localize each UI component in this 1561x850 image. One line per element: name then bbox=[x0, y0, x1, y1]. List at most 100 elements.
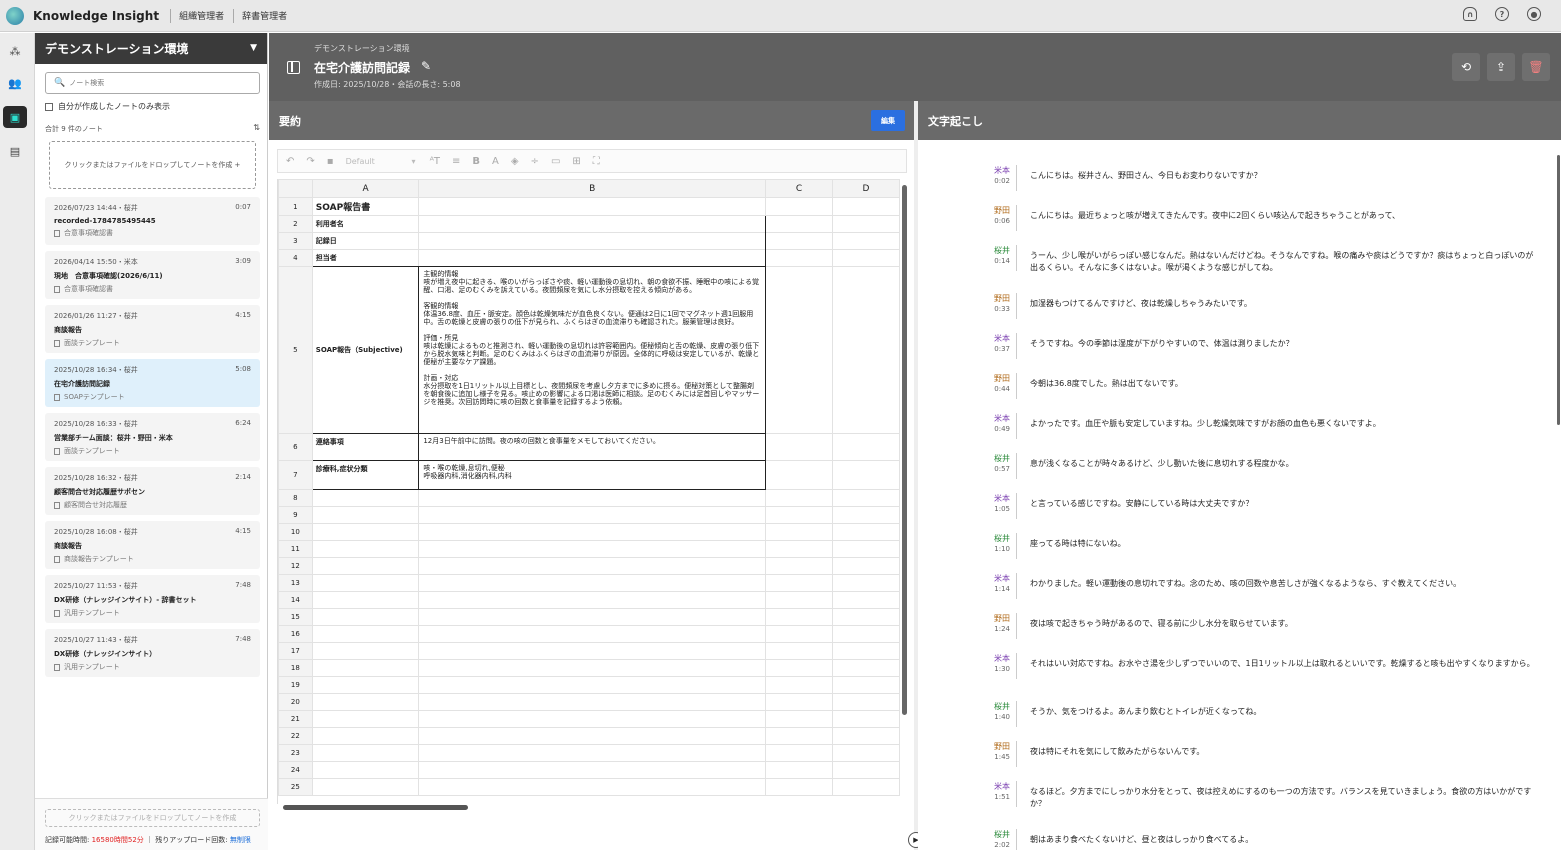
timestamp[interactable]: 1:14 bbox=[970, 585, 1010, 593]
speaker-name[interactable]: 米本 bbox=[970, 165, 1010, 176]
sheet-cell[interactable] bbox=[418, 608, 766, 626]
label-soap[interactable]: SOAP報告（Subjective) bbox=[311, 266, 420, 434]
row-header[interactable]: 11 bbox=[278, 540, 313, 558]
sheet-cell[interactable] bbox=[765, 506, 833, 524]
speaker-name[interactable]: 桜井 bbox=[970, 245, 1010, 256]
dictionary-icon[interactable]: ▤ bbox=[3, 140, 27, 162]
footer-dropzone[interactable]: クリックまたはファイルをドロップしてノートを作成 bbox=[45, 809, 260, 827]
sheet-cell[interactable] bbox=[831, 591, 900, 609]
sheet-cell[interactable] bbox=[831, 433, 900, 461]
sheet-cell[interactable] bbox=[831, 215, 900, 233]
sheet-cell[interactable] bbox=[311, 506, 420, 524]
label-contact[interactable]: 連絡事項 bbox=[311, 433, 420, 461]
label-date[interactable]: 記録日 bbox=[311, 232, 420, 250]
timestamp[interactable]: 0:57 bbox=[970, 465, 1010, 473]
note-item[interactable]: 2026/04/14 15:50・米本 3:09 現地 合意事項確認(2026/… bbox=[45, 251, 260, 299]
org-admin-link[interactable]: 組織管理者 bbox=[179, 9, 224, 22]
sheet-cell[interactable] bbox=[765, 197, 833, 216]
sheet-cell[interactable] bbox=[831, 659, 900, 677]
speaker-name[interactable]: 米本 bbox=[970, 493, 1010, 504]
row-header[interactable]: 7 bbox=[278, 460, 313, 490]
timestamp[interactable]: 1:45 bbox=[970, 753, 1010, 761]
edit-button[interactable]: 編集 bbox=[871, 110, 905, 131]
sheet-cell[interactable] bbox=[311, 557, 420, 575]
sheet-vertical-scrollbar[interactable] bbox=[902, 185, 907, 715]
sheet-cell[interactable] bbox=[311, 761, 420, 779]
sheet-cell[interactable] bbox=[765, 676, 833, 694]
row-header[interactable]: 18 bbox=[278, 659, 313, 677]
row-header[interactable]: 6 bbox=[278, 433, 313, 461]
search-input[interactable] bbox=[69, 79, 250, 87]
row-header[interactable]: 24 bbox=[278, 761, 313, 779]
users-icon[interactable]: 👥 bbox=[3, 72, 27, 94]
sheet-cell[interactable] bbox=[311, 693, 420, 711]
transcript-scrollbar[interactable] bbox=[1557, 155, 1560, 425]
row-header[interactable]: 19 bbox=[278, 676, 313, 694]
bold-icon[interactable]: B bbox=[472, 156, 480, 167]
timestamp[interactable]: 0:02 bbox=[970, 177, 1010, 185]
sheet-cell[interactable] bbox=[831, 693, 900, 711]
sheet-cell[interactable] bbox=[765, 460, 833, 490]
sheet-cell[interactable] bbox=[311, 744, 420, 762]
note-item[interactable]: 2025/10/28 16:33・桜井 6:24 営業部チーム面談：桜井・野田・… bbox=[45, 413, 260, 461]
sheet-cell[interactable] bbox=[831, 727, 900, 745]
row-header[interactable]: 4 bbox=[278, 249, 313, 267]
timestamp[interactable]: 1:40 bbox=[970, 713, 1010, 721]
sheet-cell[interactable] bbox=[831, 574, 900, 592]
workspace-selector[interactable]: デモンストレーション環境 bbox=[35, 33, 267, 64]
sheet-cell[interactable] bbox=[418, 693, 766, 711]
row-header[interactable]: 9 bbox=[278, 506, 313, 524]
row-header[interactable]: 20 bbox=[278, 693, 313, 711]
font-size-icon[interactable]: ᴬT bbox=[430, 156, 440, 167]
sheet-cell[interactable] bbox=[765, 523, 833, 541]
sheet-cell[interactable] bbox=[765, 489, 833, 507]
note-item-selected[interactable]: 2025/10/28 16:34・桜井 5:08 在宅介護訪問記録 SOAPテン… bbox=[45, 359, 260, 407]
timestamp[interactable]: 0:49 bbox=[970, 425, 1010, 433]
timestamp[interactable]: 0:14 bbox=[970, 257, 1010, 265]
row-header[interactable]: 23 bbox=[278, 744, 313, 762]
sheet-cell[interactable] bbox=[765, 693, 833, 711]
column-header[interactable]: C bbox=[765, 179, 833, 198]
sort-icon[interactable]: ⇅ bbox=[253, 123, 260, 132]
only-mine-toggle[interactable]: 自分が作成したノートのみ表示 bbox=[45, 101, 170, 112]
undo-icon[interactable]: ↶ bbox=[286, 156, 294, 167]
sheet-cell[interactable] bbox=[831, 642, 900, 660]
row-header[interactable]: 25 bbox=[278, 778, 313, 796]
font-select[interactable]: Default bbox=[346, 157, 416, 166]
headset-icon[interactable]: ∩ bbox=[1463, 7, 1477, 21]
sheet-cell[interactable] bbox=[418, 642, 766, 660]
sheet-cell[interactable] bbox=[311, 540, 420, 558]
sheet-cell[interactable] bbox=[418, 197, 766, 216]
column-header[interactable]: D bbox=[831, 179, 900, 198]
speaker-name[interactable]: 野田 bbox=[970, 373, 1010, 384]
sheet-cell[interactable] bbox=[831, 744, 900, 762]
sheet-cell[interactable] bbox=[765, 625, 833, 643]
row-header[interactable]: 16 bbox=[278, 625, 313, 643]
delete-button[interactable]: 🗑 bbox=[1522, 53, 1550, 81]
sheet-cell[interactable] bbox=[765, 710, 833, 728]
sheet-cell[interactable] bbox=[418, 744, 766, 762]
row-header[interactable]: 3 bbox=[278, 232, 313, 250]
row-header[interactable]: 17 bbox=[278, 642, 313, 660]
sheet-cell[interactable] bbox=[418, 232, 766, 250]
sheet-cell[interactable] bbox=[311, 574, 420, 592]
row-header[interactable]: 13 bbox=[278, 574, 313, 592]
sheet-cell[interactable] bbox=[311, 523, 420, 541]
sheet-cell[interactable] bbox=[831, 625, 900, 643]
sheet-cell[interactable] bbox=[418, 574, 766, 592]
dept-cell[interactable]: 咳・喉の乾燥,息切れ,便秘 呼吸器内科,消化器内科,内科 bbox=[418, 460, 766, 490]
save-icon[interactable]: ▪ bbox=[327, 156, 334, 167]
edit-title-icon[interactable]: ✎ bbox=[421, 59, 431, 73]
sheet-cell[interactable] bbox=[311, 625, 420, 643]
vertical-align-icon[interactable]: ÷ bbox=[531, 156, 539, 167]
label-user[interactable]: 利用者名 bbox=[311, 215, 420, 233]
help-icon[interactable]: ? bbox=[1495, 7, 1509, 21]
sheet-cell[interactable] bbox=[418, 676, 766, 694]
share-button[interactable]: ⇪ bbox=[1487, 53, 1515, 81]
sheet-cell[interactable] bbox=[311, 591, 420, 609]
sheet-cell[interactable] bbox=[765, 778, 833, 796]
timestamp[interactable]: 0:44 bbox=[970, 385, 1010, 393]
sheet-cell[interactable] bbox=[418, 489, 766, 507]
sheet-cell[interactable] bbox=[831, 489, 900, 507]
sheet-cell[interactable] bbox=[831, 523, 900, 541]
